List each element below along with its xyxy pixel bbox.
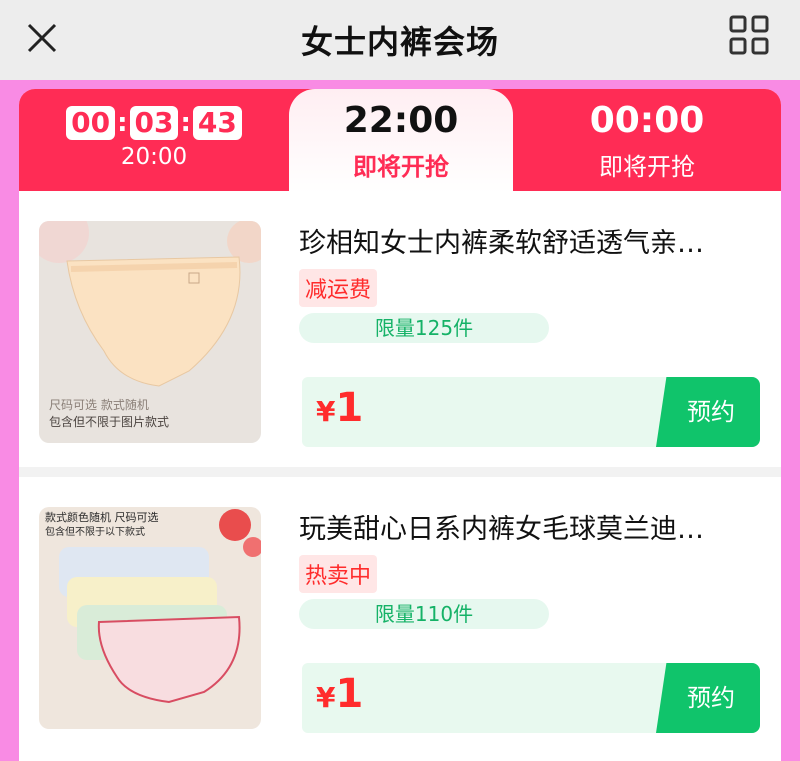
tab-current-time: 20:00 xyxy=(120,144,188,170)
tab-next-time: 22:00 xyxy=(343,100,459,141)
reserve-button[interactable]: 预约 xyxy=(656,663,760,733)
page-title: 女士内裤会场 xyxy=(300,23,499,61)
product-image[interactable]: 款式颜色随机 尺码可选 包含但不限于以下款式 xyxy=(39,507,261,729)
price-bar: ¥1 预约 xyxy=(302,663,760,733)
close-icon[interactable] xyxy=(22,18,62,58)
image-caption-1: 款式颜色随机 尺码可选 xyxy=(45,510,159,524)
tab-later-label: 即将开抢 xyxy=(599,153,695,181)
flash-sale-panel: 00 : 03 : 43 20:00 22:00 即将开抢 00:00 即将开抢 xyxy=(19,89,781,761)
timer-seconds: 43 xyxy=(192,106,242,140)
tab-later-time: 00:00 xyxy=(589,100,705,141)
price: ¥1 xyxy=(316,671,363,717)
limit-badge: 限量125件 xyxy=(299,313,549,343)
image-caption-2: 包含但不限于图片款式 xyxy=(49,414,169,429)
timer-hours: 00 xyxy=(66,106,116,140)
limit-badge: 限量110件 xyxy=(299,599,549,629)
price-value: 1 xyxy=(335,385,364,431)
timer-minutes: 03 xyxy=(129,106,179,140)
top-bar: 女士内裤会场 xyxy=(0,0,800,80)
product-card[interactable]: 款式颜色随机 尺码可选 包含但不限于以下款式 玩美甜心日系内裤女毛球莫兰迪… 热… xyxy=(19,477,781,753)
grid-icon[interactable] xyxy=(728,14,770,56)
price: ¥1 xyxy=(316,385,363,431)
tab-next-label: 即将开抢 xyxy=(353,153,449,181)
status-badge: 减运费 xyxy=(299,269,378,307)
price-currency: ¥ xyxy=(316,681,336,714)
session-tabs: 00 : 03 : 43 20:00 22:00 即将开抢 00:00 即将开抢 xyxy=(19,89,781,193)
image-caption-1: 尺码可选 款式随机 xyxy=(49,397,149,412)
product-title[interactable]: 玩美甜心日系内裤女毛球莫兰迪… xyxy=(299,507,759,546)
status-badge: 热卖中 xyxy=(299,555,378,593)
image-caption-2: 包含但不限于以下款式 xyxy=(45,525,145,538)
divider xyxy=(19,467,781,477)
product-card[interactable]: 尺码可选 款式随机 包含但不限于图片款式 珍相知女士内裤柔软舒适透气亲… 减运费… xyxy=(19,191,781,467)
price-currency: ¥ xyxy=(316,395,336,428)
tab-later-session[interactable]: 00:00 即将开抢 xyxy=(513,89,781,191)
reserve-button[interactable]: 预约 xyxy=(656,377,760,447)
tab-current-session[interactable]: 00 : 03 : 43 20:00 xyxy=(19,89,289,191)
countdown-timer: 00 : 03 : 43 xyxy=(19,106,289,140)
product-image[interactable]: 尺码可选 款式随机 包含但不限于图片款式 xyxy=(39,221,261,443)
price-value: 1 xyxy=(335,671,364,717)
product-title[interactable]: 珍相知女士内裤柔软舒适透气亲… xyxy=(299,221,759,260)
tab-next-session[interactable]: 22:00 即将开抢 xyxy=(289,89,513,193)
price-bar: ¥1 预约 xyxy=(302,377,760,447)
